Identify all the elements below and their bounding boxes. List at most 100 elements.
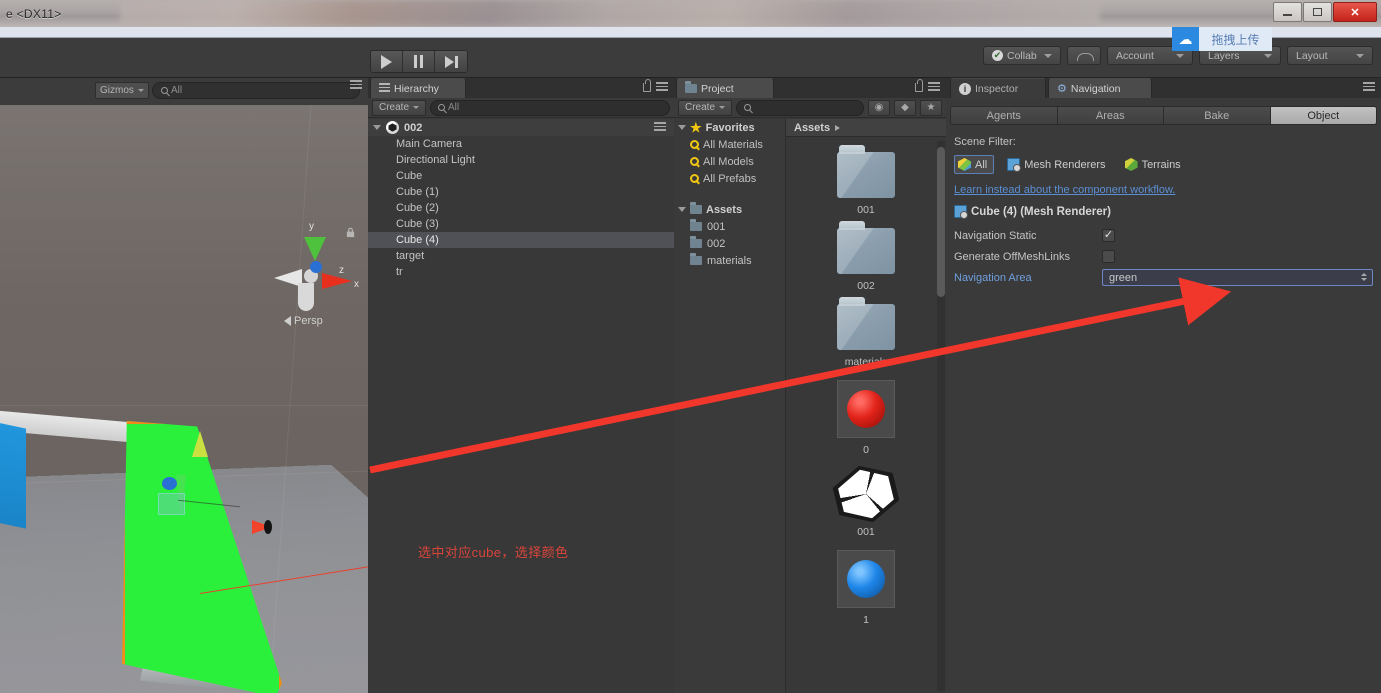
navigation-static-checkbox[interactable]: ✓	[1102, 229, 1115, 242]
filter-mesh-renderers-button[interactable]: Mesh Renderers	[1004, 156, 1111, 173]
chevron-down-icon	[1044, 53, 1052, 58]
navigation-tab-label: Navigation	[1070, 82, 1121, 95]
asset-grid-item[interactable]: 001	[786, 468, 946, 538]
search-icon	[690, 157, 699, 166]
chevron-down-icon	[138, 89, 144, 92]
hierarchy-create-button[interactable]: Create	[372, 99, 427, 116]
tab-navigation[interactable]: ⚙ Navigation	[1048, 78, 1152, 98]
asset-grid-item[interactable]: 0	[786, 380, 946, 456]
scene-panel-menu[interactable]	[350, 80, 362, 91]
create-label: Create	[379, 102, 410, 113]
project-folder-item[interactable]: 001	[674, 218, 785, 235]
menu-icon[interactable]	[656, 82, 668, 93]
hierarchy-item[interactable]: Cube (2)	[368, 200, 674, 216]
filter-by-type-button[interactable]: ◉	[868, 99, 890, 116]
scene-blue-dot-gizmo	[162, 477, 177, 490]
minimize-button[interactable]	[1273, 2, 1302, 22]
menu-icon[interactable]	[928, 82, 940, 93]
editor-toolbar: ✔ Collab Account Layers Layout ☁ 拖拽上传	[0, 27, 1381, 78]
asset-grid-item[interactable]: materials	[786, 297, 946, 368]
menu-icon[interactable]	[654, 122, 666, 133]
tab-project[interactable]: Project	[676, 78, 774, 98]
scene-view-panel: Gizmos All y z x Persp	[0, 78, 368, 693]
search-icon	[690, 174, 699, 183]
hierarchy-item-selected[interactable]: Cube (4)	[368, 232, 674, 248]
chevron-down-icon	[1176, 53, 1184, 58]
asset-grid-item[interactable]: 002	[786, 221, 946, 292]
perspective-toggle[interactable]: Persp	[284, 315, 323, 327]
asset-grid[interactable]: 001 002 materials 0 001 1	[786, 138, 946, 693]
folder-label: 002	[707, 237, 726, 250]
scene-viewport[interactable]: y z x Persp	[0, 105, 368, 693]
project-assets-root[interactable]: Assets	[674, 201, 785, 218]
asset-grid-item[interactable]: 1	[786, 550, 946, 626]
breadcrumb[interactable]: Assets	[786, 119, 946, 137]
project-favorite-item[interactable]: All Materials	[674, 136, 785, 153]
property-row-navigation-area: Navigation Area green	[954, 268, 1373, 287]
tab-hierarchy[interactable]: Hierarchy	[370, 78, 466, 98]
project-search-input[interactable]	[736, 99, 864, 116]
close-button[interactable]: ✕	[1333, 2, 1377, 22]
project-folder-item[interactable]: 002	[674, 235, 785, 252]
filter-label: Terrains	[1141, 158, 1181, 171]
cloud-button[interactable]	[1067, 46, 1101, 65]
asset-grid-item[interactable]: 001	[786, 145, 946, 216]
terrain-icon	[1124, 158, 1138, 171]
asset-label: materials	[844, 356, 888, 368]
layout-label: Layout	[1296, 49, 1328, 62]
filter-terrains-button[interactable]: Terrains	[1122, 156, 1187, 173]
drag-upload-badge[interactable]: ☁ 拖拽上传	[1172, 27, 1272, 51]
hierarchy-item[interactable]: tr	[368, 264, 674, 280]
tab-bake[interactable]: Bake	[1164, 106, 1271, 125]
search-icon	[690, 140, 699, 149]
hierarchy-scene-root[interactable]: 002	[368, 119, 674, 136]
hierarchy-item[interactable]: Directional Light	[368, 152, 674, 168]
generate-offmeshlinks-checkbox[interactable]	[1102, 250, 1115, 263]
scene-lock-icon[interactable]	[345, 227, 356, 238]
component-workflow-link[interactable]: Learn instead about the component workfl…	[954, 184, 1373, 196]
maximize-button[interactable]	[1303, 2, 1332, 22]
tab-inspector[interactable]: i Inspector	[950, 78, 1046, 98]
triangle-down-icon[interactable]	[678, 125, 686, 130]
lock-icon[interactable]	[643, 78, 651, 92]
project-favorite-item[interactable]: All Prefabs	[674, 170, 785, 187]
hierarchy-item[interactable]: Cube (3)	[368, 216, 674, 232]
project-favorites-root[interactable]: ★ Favorites	[674, 119, 785, 136]
project-favorite-item[interactable]: All Models	[674, 153, 785, 170]
hierarchy-item[interactable]: Main Camera	[368, 136, 674, 152]
mesh-renderer-icon	[1007, 158, 1022, 172]
asset-grid-scrollbar-thumb[interactable]	[937, 147, 945, 297]
triangle-down-icon[interactable]	[373, 125, 381, 130]
step-button[interactable]	[435, 51, 467, 72]
navigation-area-dropdown[interactable]: green	[1102, 269, 1373, 286]
filter-by-label-button[interactable]: ◆	[894, 99, 916, 116]
hierarchy-tab-strip: Hierarchy	[368, 78, 674, 98]
gizmos-dropdown[interactable]: Gizmos	[95, 82, 149, 99]
hierarchy-item[interactable]: target	[368, 248, 674, 264]
pause-button[interactable]	[403, 51, 435, 72]
hierarchy-search-input[interactable]: All	[430, 99, 670, 116]
tab-agents[interactable]: Agents	[950, 106, 1058, 125]
play-button[interactable]	[371, 51, 403, 72]
check-icon: ✔	[992, 50, 1003, 61]
tab-object[interactable]: Object	[1270, 106, 1377, 125]
scene-search-input[interactable]: All	[152, 82, 360, 99]
hierarchy-item[interactable]: Cube (1)	[368, 184, 674, 200]
material-preview	[837, 380, 895, 438]
menu-icon[interactable]	[1363, 82, 1375, 93]
filter-all-button[interactable]: All	[954, 155, 995, 174]
tab-areas[interactable]: Areas	[1057, 106, 1164, 125]
project-create-button[interactable]: Create	[678, 99, 733, 116]
project-folder-item[interactable]: materials	[674, 252, 785, 269]
favorite-button[interactable]: ★	[920, 99, 942, 116]
object-title-row: Cube (4) (Mesh Renderer)	[954, 205, 1373, 219]
lock-icon[interactable]	[915, 78, 923, 92]
triangle-down-icon[interactable]	[678, 207, 686, 212]
navigation-area-value: green	[1109, 271, 1138, 284]
layout-button[interactable]: Layout	[1287, 46, 1373, 65]
gizmos-label: Gizmos	[100, 85, 134, 96]
collab-button[interactable]: ✔ Collab	[983, 46, 1061, 65]
inspector-tab-strip: i Inspector ⚙ Navigation	[946, 78, 1381, 98]
inspector-header-controls	[1363, 82, 1375, 93]
hierarchy-item[interactable]: Cube	[368, 168, 674, 184]
